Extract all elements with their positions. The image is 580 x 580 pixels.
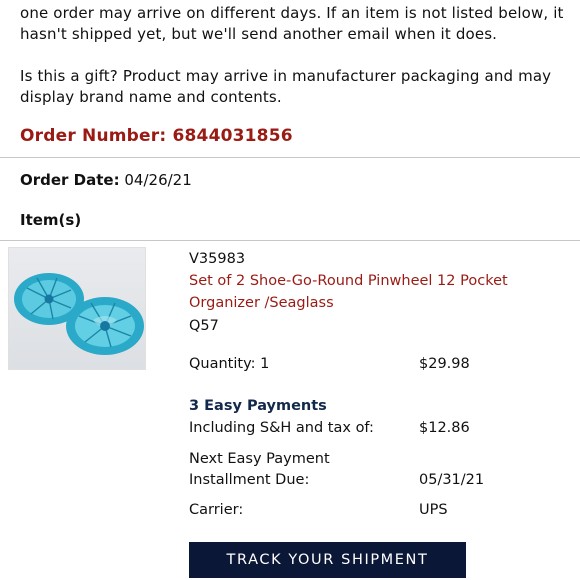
item-price: $29.98 [419, 356, 470, 372]
carrier-row: Carrier: UPS [189, 502, 448, 518]
including-label: Including S&H and tax of: [189, 420, 374, 436]
product-photo-icon [14, 273, 144, 355]
order-date-value: 04/26/21 [124, 171, 192, 189]
carrier-value: UPS [419, 502, 448, 518]
payments-heading: 3 Easy Payments [189, 398, 327, 414]
order-number: Order Number: 6844031856 [20, 126, 293, 146]
quantity-row: Quantity: 1 $29.98 [189, 356, 470, 372]
installment-label: Installment Due: [189, 472, 310, 488]
divider [0, 157, 580, 158]
quantity-label: Quantity: 1 [189, 356, 270, 372]
order-date-label: Order Date: [20, 171, 120, 189]
carrier-label: Carrier: [189, 502, 244, 518]
including-value: $12.86 [419, 420, 470, 436]
divider [0, 240, 580, 241]
items-heading: Item(s) [20, 211, 82, 229]
intro-text: one order may arrive on different days. … [20, 3, 570, 108]
including-row: Including S&H and tax of: $12.86 [189, 420, 470, 436]
gift-note: Is this a gift? Product may arrive in ma… [20, 67, 552, 106]
track-shipment-button[interactable]: TRACK YOUR SHIPMENT [189, 542, 466, 578]
item-sku: V35983 [189, 251, 246, 267]
order-email: one order may arrive on different days. … [0, 0, 580, 580]
order-date: Order Date: 04/26/21 [20, 171, 192, 189]
item-title-link[interactable]: Set of 2 Shoe-Go-Round Pinwheel 12 Pocke… [189, 270, 561, 314]
installment-row: Installment Due: 05/31/21 [189, 472, 484, 488]
next-payment-label: Next Easy Payment [189, 451, 330, 467]
product-image[interactable] [8, 247, 146, 370]
installment-value: 05/31/21 [419, 472, 485, 488]
item-details: V35983 Set of 2 Shoe-Go-Round Pinwheel 1… [189, 249, 569, 336]
item-code: Q57 [189, 318, 219, 334]
shipping-note: one order may arrive on different days. … [20, 4, 564, 43]
